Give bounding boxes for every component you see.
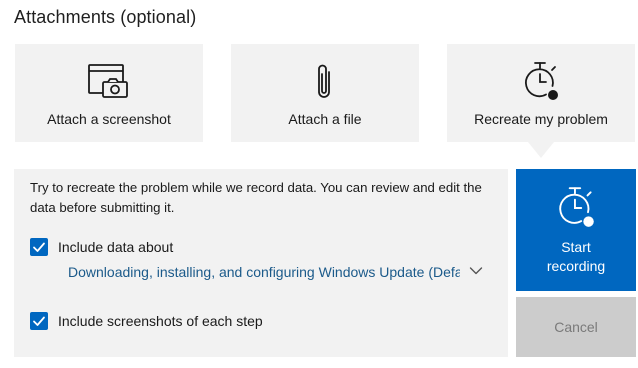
paperclip-icon (318, 64, 330, 98)
recreate-problem-button[interactable]: Recreate my problem (447, 44, 635, 142)
attach-file-button[interactable]: Attach a file (231, 44, 419, 142)
attach-screenshot-label: Attach a screenshot (47, 111, 171, 127)
chevron-down-icon (469, 267, 483, 275)
start-recording-label: Start recording (546, 239, 606, 274)
stopwatch-record-icon (559, 187, 594, 227)
include-screenshots-label: Include screenshots of each step (58, 313, 263, 329)
dropdown-value: Downloading, installing, and configuring… (68, 264, 460, 280)
checkmark-icon (33, 242, 45, 252)
selection-pointer (528, 142, 554, 158)
attach-file-label: Attach a file (288, 111, 362, 127)
checkmark-icon (33, 316, 45, 326)
stopwatch-record-icon (525, 62, 558, 100)
recreate-problem-label: Recreate my problem (474, 111, 608, 127)
section-title: Attachments (optional) (14, 7, 197, 27)
include-data-label: Include data about (58, 239, 174, 255)
screenshot-icon (88, 64, 128, 98)
category-dropdown[interactable]: Downloading, installing, and configuring… (68, 262, 488, 284)
start-recording-button[interactable]: Start recording (516, 169, 636, 291)
recreate-panel: Try to recreate the problem while we rec… (14, 169, 508, 357)
include-data-checkbox[interactable] (30, 238, 48, 256)
recreate-description: Try to recreate the problem while we rec… (30, 180, 482, 215)
include-screenshots-checkbox[interactable] (30, 312, 48, 330)
attach-screenshot-button[interactable]: Attach a screenshot (15, 44, 203, 142)
cancel-button[interactable]: Cancel (516, 297, 636, 357)
